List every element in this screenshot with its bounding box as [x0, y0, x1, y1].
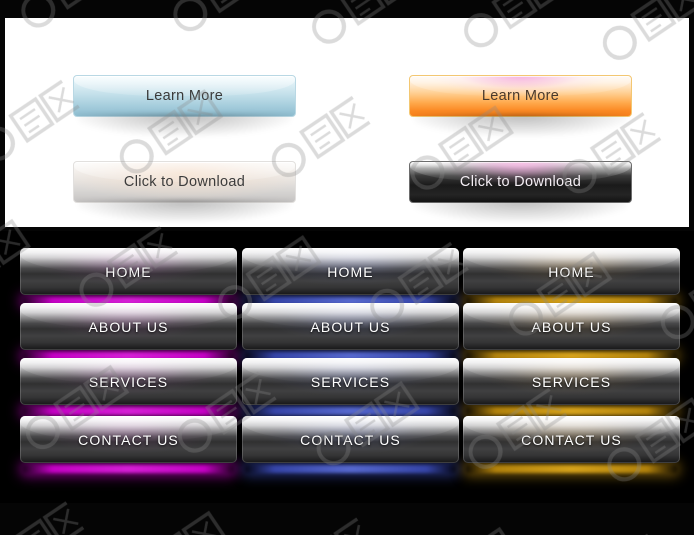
button-gloss-highlight — [410, 76, 631, 96]
button-color-tint — [463, 358, 680, 405]
button-color-tint — [463, 416, 680, 463]
button-color-tint — [242, 358, 459, 405]
nav-button-purple-about-us[interactable]: ABOUT US — [20, 303, 237, 360]
button-underglow — [23, 465, 234, 473]
button-gloss-highlight — [74, 76, 295, 96]
nav-button-blue-contact-us[interactable]: CONTACT US — [242, 416, 459, 473]
button-color-tint — [242, 303, 459, 350]
button-underglow — [245, 465, 456, 473]
button-color-tint — [20, 303, 237, 350]
nav-button-gold-home[interactable]: HOME — [463, 248, 680, 305]
button-shadow-plate — [78, 200, 291, 222]
cta-button-panel: Learn More Learn More Click to Download … — [5, 18, 689, 227]
nav-button-gold-services[interactable]: SERVICES — [463, 358, 680, 415]
button-underglow — [466, 465, 677, 473]
button-color-tint — [20, 416, 237, 463]
button-gloss-highlight — [410, 162, 631, 182]
nav-button-blue-home[interactable]: HOME — [242, 248, 459, 305]
button-underglow — [245, 407, 456, 415]
learn-more-orange-button[interactable]: Learn More — [409, 75, 632, 136]
learn-more-orange-label: Learn More — [481, 88, 560, 104]
button-color-tint — [463, 248, 680, 295]
learn-more-blue-button[interactable]: Learn More — [73, 75, 296, 136]
button-shadow-plate — [414, 114, 627, 136]
button-color-tint — [242, 416, 459, 463]
nav-button-blue-services[interactable]: SERVICES — [242, 358, 459, 415]
nav-button-purple-home[interactable]: HOME — [20, 248, 237, 305]
button-color-tint — [242, 248, 459, 295]
click-to-download-silver-label: Click to Download — [123, 174, 246, 190]
button-color-tint — [463, 303, 680, 350]
button-shadow-plate — [414, 200, 627, 222]
button-underglow — [23, 407, 234, 415]
click-to-download-black-button[interactable]: Click to Download — [409, 161, 632, 222]
button-shadow-plate — [78, 114, 291, 136]
nav-button-blue-about-us[interactable]: ABOUT US — [242, 303, 459, 360]
button-color-tint — [20, 248, 237, 295]
button-color-tint — [20, 358, 237, 405]
nav-button-gold-contact-us[interactable]: CONTACT US — [463, 416, 680, 473]
click-to-download-black-label: Click to Download — [459, 174, 582, 190]
nav-button-purple-contact-us[interactable]: CONTACT US — [20, 416, 237, 473]
button-gloss-highlight — [74, 162, 295, 182]
nav-button-purple-services[interactable]: SERVICES — [20, 358, 237, 415]
blue-column: HOME ABOUT US SERVICES CONTACT US — [242, 231, 459, 503]
button-underglow — [466, 407, 677, 415]
gold-column: HOME ABOUT US SERVICES CONTACT US — [463, 231, 680, 503]
screenshot-canvas: Learn More Learn More Click to Download … — [0, 0, 694, 535]
learn-more-blue-label: Learn More — [145, 88, 224, 104]
purple-column: HOME ABOUT US SERVICES CONTACT US — [20, 231, 237, 503]
navigation-button-grid: HOME ABOUT US SERVICES CONTACT US HOME A… — [0, 231, 694, 503]
nav-button-gold-about-us[interactable]: ABOUT US — [463, 303, 680, 360]
click-to-download-silver-button[interactable]: Click to Download — [73, 161, 296, 222]
